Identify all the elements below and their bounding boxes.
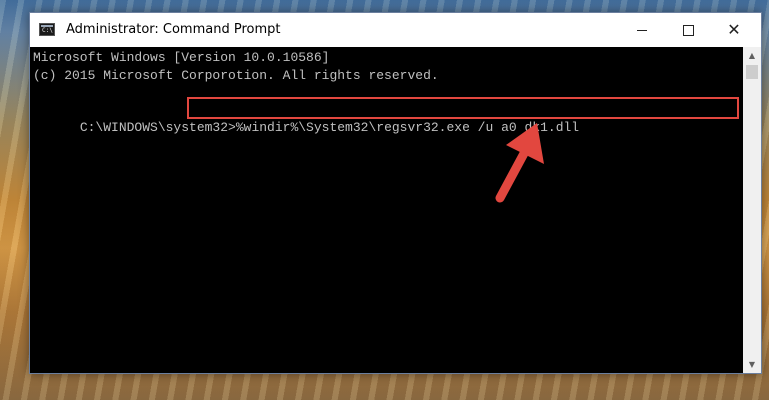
console-line-copyright: (c) 2015 Microsoft Corporotion. All righ… [33,68,439,83]
window-title: Administrator: Command Prompt [66,22,281,37]
vertical-scrollbar[interactable]: ▲ ▼ [743,47,761,373]
console-line-version: Microsoft Windows [Version 10.0.10586] [33,50,330,65]
maximize-icon [682,24,694,36]
command-prompt-window[interactable]: C:\ Administrator: Command Prompt ✕ Micr… [29,12,762,374]
scroll-down-icon: ▼ [748,360,756,369]
console-prompt: C:\WINDOWS\system32> [79,120,236,135]
scroll-up-button[interactable]: ▲ [743,47,761,64]
command-prompt-icon: C:\ [39,23,55,36]
console-command[interactable]: %windir%\System32\regsvr32.exe /u a0 dk1… [236,120,579,135]
minimize-button[interactable] [619,13,665,47]
close-icon: ✕ [727,20,741,39]
scroll-down-button[interactable]: ▼ [743,356,761,373]
maximize-button[interactable] [665,13,711,47]
command-highlight-box [187,97,739,119]
minimize-icon [637,29,647,31]
scroll-up-icon: ▲ [748,51,756,60]
console-output[interactable]: Microsoft Windows [Version 10.0.10586] (… [30,47,743,373]
icon-text: C:\ [42,27,53,34]
scroll-thumb[interactable] [746,65,758,79]
close-button[interactable]: ✕ [711,13,757,47]
title-bar[interactable]: C:\ Administrator: Command Prompt ✕ [30,13,761,47]
